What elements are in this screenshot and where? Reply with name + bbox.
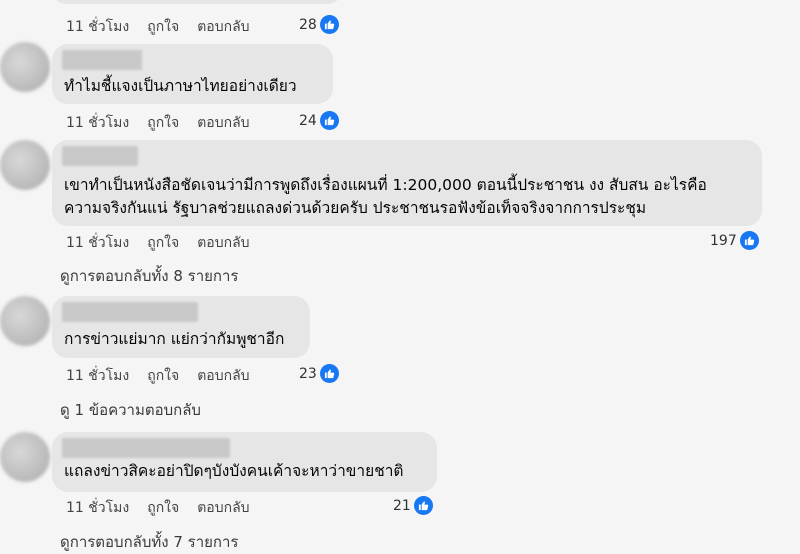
thumbs-up-icon — [319, 15, 339, 34]
thumbs-up-icon — [319, 364, 339, 383]
comment-time[interactable]: 11 ชั่วโมง — [66, 16, 129, 38]
avatar[interactable] — [0, 296, 50, 346]
comment-bubble: ทำไมชี้แจงเป็นภาษาไทยอย่างเดียว — [52, 44, 333, 104]
author-name-blurred[interactable] — [62, 438, 230, 458]
reaction-number: 21 — [393, 497, 411, 514]
like-button[interactable]: ถูกใจ — [147, 232, 179, 254]
reaction-count[interactable]: 197 — [710, 231, 759, 250]
thumbs-up-icon — [319, 111, 339, 130]
author-name-blurred[interactable] — [62, 50, 142, 70]
reaction-count[interactable]: 21 — [393, 496, 433, 515]
top-comment-bubble-edge — [52, 0, 342, 4]
author-name-blurred[interactable] — [62, 146, 138, 166]
comment-bubble: เขาทำเป็นหนังสือชัดเจนว่ามีการพูดถึงเรื่… — [52, 140, 762, 226]
comment-actions: 11 ชั่วโมง ถูกใจ ตอบกลับ — [66, 365, 250, 387]
avatar[interactable] — [0, 432, 50, 482]
comment-text-line-1: เขาทำเป็นหนังสือชัดเจนว่ามีการพูดถึงเรื่… — [64, 176, 707, 194]
comment-actions: 11 ชั่วโมง ถูกใจ ตอบกลับ — [66, 112, 250, 134]
reaction-count[interactable]: 28 — [299, 15, 339, 34]
comment-time[interactable]: 11 ชั่วโมง — [66, 232, 129, 254]
reaction-number: 23 — [299, 365, 317, 382]
reply-button[interactable]: ตอบกลับ — [197, 365, 249, 387]
reply-button[interactable]: ตอบกลับ — [197, 112, 249, 134]
comment-bubble: แถลงข่าวสิคะอย่าปิดๆบังบังคนเค้าจะหาว่าข… — [52, 432, 437, 492]
comment-time[interactable]: 11 ชั่วโมง — [66, 112, 129, 134]
avatar[interactable] — [0, 140, 50, 190]
reply-button[interactable]: ตอบกลับ — [197, 497, 249, 519]
comment-actions: 11 ชั่วโมง ถูกใจ ตอบกลับ — [66, 497, 250, 519]
reaction-number: 24 — [299, 112, 317, 129]
comment-text: การข่าวแย่มาก แย่กว่ากัมพูชาอีก — [64, 330, 285, 348]
comment-text: แถลงข่าวสิคะอย่าปิดๆบังบังคนเค้าจะหาว่าข… — [64, 462, 404, 480]
view-replies-link[interactable]: ดูการตอบกลับทั้ง 7 รายการ — [60, 530, 239, 554]
comment-bubble: การข่าวแย่มาก แย่กว่ากัมพูชาอีก — [52, 296, 310, 358]
comment-actions: 11 ชั่วโมง ถูกใจ ตอบกลับ — [66, 16, 250, 38]
reaction-number: 28 — [299, 16, 317, 33]
comment-time[interactable]: 11 ชั่วโมง — [66, 365, 129, 387]
comment-text-line-2: ความจริงกันแน่ รัฐบาลช่วยแถลงด่วนด้วยครั… — [64, 199, 647, 217]
reply-button[interactable]: ตอบกลับ — [197, 16, 249, 38]
like-button[interactable]: ถูกใจ — [147, 112, 179, 134]
view-replies-link[interactable]: ดูการตอบกลับทั้ง 8 รายการ — [60, 264, 239, 288]
like-button[interactable]: ถูกใจ — [147, 365, 179, 387]
like-button[interactable]: ถูกใจ — [147, 497, 179, 519]
avatar[interactable] — [0, 42, 50, 92]
like-button[interactable]: ถูกใจ — [147, 16, 179, 38]
author-name-blurred[interactable] — [62, 302, 198, 322]
thumbs-up-icon — [413, 496, 433, 515]
reaction-count[interactable]: 23 — [299, 364, 339, 383]
reaction-count[interactable]: 24 — [299, 111, 339, 130]
comment-actions: 11 ชั่วโมง ถูกใจ ตอบกลับ — [66, 232, 250, 254]
reaction-number: 197 — [710, 232, 737, 249]
thumbs-up-icon — [739, 231, 759, 250]
view-replies-link[interactable]: ดู 1 ข้อความตอบกลับ — [60, 398, 201, 422]
comment-time[interactable]: 11 ชั่วโมง — [66, 497, 129, 519]
reply-button[interactable]: ตอบกลับ — [197, 232, 249, 254]
comment-text: ทำไมชี้แจงเป็นภาษาไทยอย่างเดียว — [64, 77, 297, 95]
